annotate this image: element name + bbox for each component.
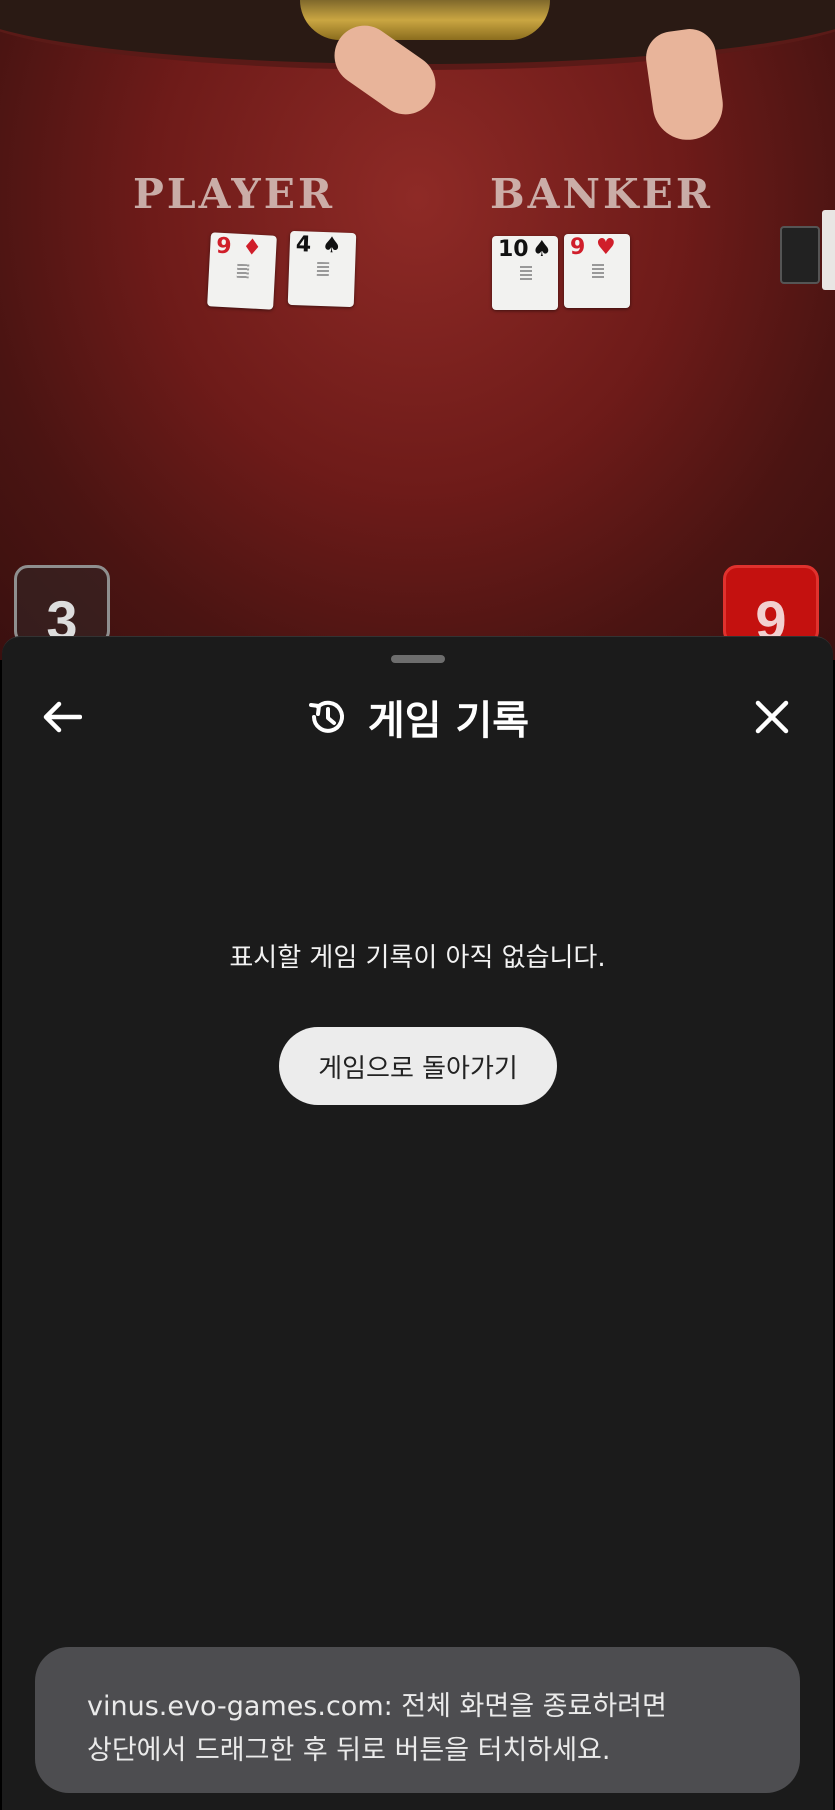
sheet-header: 게임 기록 (2, 677, 833, 757)
banker-score-badge: 9 (723, 565, 819, 652)
back-button[interactable] (32, 687, 92, 747)
game-video-background: PLAYER BANKER 9 ♦ 4 ♠ 10 ♠ 9 ♥ (0, 0, 835, 660)
toast-line-2: 상단에서 드래그한 후 뒤로 버튼을 터치하세요. (87, 1735, 611, 1766)
return-to-game-button[interactable]: 게임으로 돌아가기 (279, 1027, 557, 1105)
empty-history-message: 표시할 게임 기록이 아직 없습니다. (229, 943, 606, 973)
banker-card-1: 10 ♠ (492, 236, 558, 310)
card-shoe (780, 226, 820, 284)
history-icon (308, 700, 344, 733)
sheet-title-group: 게임 기록 (2, 677, 833, 757)
arrow-left-icon (43, 701, 82, 733)
banker-label: BANKER (490, 170, 713, 218)
game-history-sheet: 게임 기록 표시할 게임 기록이 아직 없습니다. 게임으로 돌아가기 (2, 636, 833, 1810)
toast-line-1: vinus.evo-games.com: 전체 화면을 종료하려면 (87, 1691, 667, 1722)
player-score-badge: 3 (14, 565, 110, 652)
close-button[interactable] (742, 687, 802, 747)
player-card-1: 9 ♦ (207, 232, 277, 310)
close-icon (755, 700, 789, 734)
sheet-drag-handle[interactable] (391, 655, 445, 663)
player-card-2: 4 ♠ (287, 230, 357, 308)
fullscreen-exit-toast: vinus.evo-games.com: 전체 화면을 종료하려면 상단에서 드… (35, 1647, 800, 1793)
discard-tray (822, 210, 835, 290)
banker-card-2: 9 ♥ (564, 234, 630, 308)
player-label: PLAYER (133, 170, 336, 218)
sheet-title: 게임 기록 (367, 698, 530, 744)
dealer-figure (300, 0, 550, 40)
